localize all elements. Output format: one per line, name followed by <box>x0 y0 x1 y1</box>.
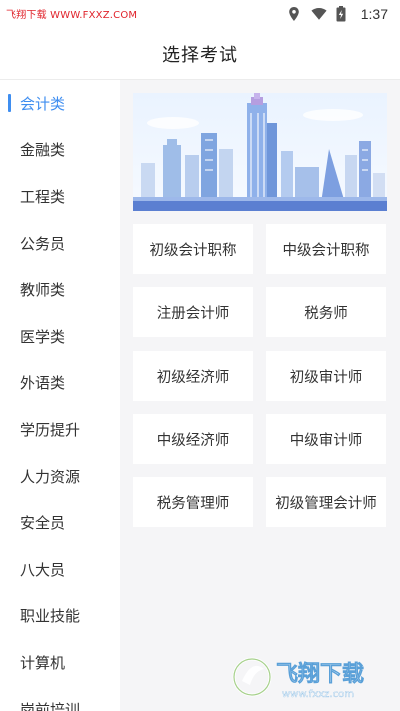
watermark-logo: 飞翔下载 www.fxxz.com <box>230 651 390 703</box>
sidebar-item-label: 计算机 <box>20 653 66 672</box>
exam-content-panel: 初级会计职称 中级会计职称 注册会计师 税务师 初级经济师 初级审计师 中级经济… <box>120 80 400 711</box>
exam-option[interactable]: 税务管理师 <box>133 477 253 527</box>
sidebar-item-label: 工程类 <box>20 187 66 206</box>
sidebar-item-label: 医学类 <box>20 327 66 346</box>
exam-option-label: 税务管理师 <box>156 495 230 512</box>
sidebar-item-safety-officer[interactable]: 安全员 <box>0 499 120 546</box>
sidebar-item-finance[interactable]: 金融类 <box>0 127 120 174</box>
exam-option[interactable]: 中级经济师 <box>133 414 253 464</box>
status-watermark: 飞翔下载 WWW.FXXZ.COM <box>6 10 138 21</box>
exam-option[interactable]: 初级审计师 <box>266 351 386 401</box>
city-skyline-illustration <box>133 93 387 211</box>
status-icons: 1:37 <box>286 4 388 24</box>
sidebar-item-label: 教师类 <box>20 281 66 300</box>
title-bar: 选择考试 <box>0 28 400 80</box>
exam-option[interactable]: 初级管理会计师 <box>266 477 386 527</box>
exam-option[interactable]: 初级经济师 <box>133 351 253 401</box>
exam-option-label: 初级经济师 <box>156 369 230 386</box>
sidebar-item-label: 会计类 <box>20 94 66 113</box>
sidebar-item-label: 学历提升 <box>20 420 81 439</box>
sidebar-item-label: 职业技能 <box>20 607 81 626</box>
sidebar-item-label: 安全员 <box>20 514 66 533</box>
sidebar-item-label: 岗前培训 <box>20 700 81 711</box>
sidebar-item-computer[interactable]: 计算机 <box>0 639 120 686</box>
sidebar-item-education-upgrade[interactable]: 学历提升 <box>0 406 120 453</box>
sidebar-item-language[interactable]: 外语类 <box>0 360 120 407</box>
sidebar-item-civil-servant[interactable]: 公务员 <box>0 220 120 267</box>
exam-option[interactable]: 初级会计职称 <box>133 224 253 274</box>
exam-option-label: 初级会计职称 <box>149 242 237 259</box>
sidebar-item-label: 金融类 <box>20 141 66 160</box>
exam-option[interactable]: 注册会计师 <box>133 287 253 337</box>
wifi-icon <box>311 6 327 22</box>
exam-option[interactable]: 中级会计职称 <box>266 224 386 274</box>
exam-option[interactable]: 税务师 <box>266 287 386 337</box>
category-sidebar[interactable]: 会计类 金融类 工程类 公务员 教师类 医学类 外语类 学历提升 人力资源 安全… <box>0 80 120 711</box>
sidebar-item-human-resources[interactable]: 人力资源 <box>0 453 120 500</box>
exam-option-label: 注册会计师 <box>156 305 230 322</box>
clock-time: 1:37 <box>360 6 388 22</box>
watermark-url: www.fxxz.com <box>282 689 354 700</box>
sidebar-item-label: 人力资源 <box>20 467 81 486</box>
exam-option-label: 税务师 <box>304 305 348 322</box>
sidebar-item-medical[interactable]: 医学类 <box>0 313 120 360</box>
sidebar-item-label: 公务员 <box>20 234 66 253</box>
exam-option-label: 初级审计师 <box>289 369 363 386</box>
battery-charging-icon <box>336 6 352 22</box>
exam-option-label: 初级管理会计师 <box>275 495 377 512</box>
sidebar-item-teacher[interactable]: 教师类 <box>0 266 120 313</box>
location-icon <box>286 6 302 22</box>
watermark-brand: 飞翔下载 <box>276 661 364 687</box>
exam-option[interactable]: 中级审计师 <box>266 414 386 464</box>
sidebar-item-engineering[interactable]: 工程类 <box>0 173 120 220</box>
exam-option-label: 中级会计职称 <box>282 242 370 259</box>
page-title: 选择考试 <box>162 44 238 66</box>
city-skyline-banner[interactable] <box>133 93 387 211</box>
exam-option-label: 中级经济师 <box>156 432 230 449</box>
sidebar-item-pre-job-training[interactable]: 岗前培训 <box>0 686 120 711</box>
sidebar-item-accounting[interactable]: 会计类 <box>0 80 120 127</box>
exam-option-label: 中级审计师 <box>289 432 363 449</box>
sidebar-item-label: 外语类 <box>20 374 66 393</box>
status-bar: 飞翔下载 WWW.FXXZ.COM 1:37 <box>0 0 400 28</box>
sidebar-item-eight-officers[interactable]: 八大员 <box>0 546 120 593</box>
sidebar-item-vocational-skills[interactable]: 职业技能 <box>0 593 120 640</box>
sidebar-item-label: 八大员 <box>20 560 66 579</box>
